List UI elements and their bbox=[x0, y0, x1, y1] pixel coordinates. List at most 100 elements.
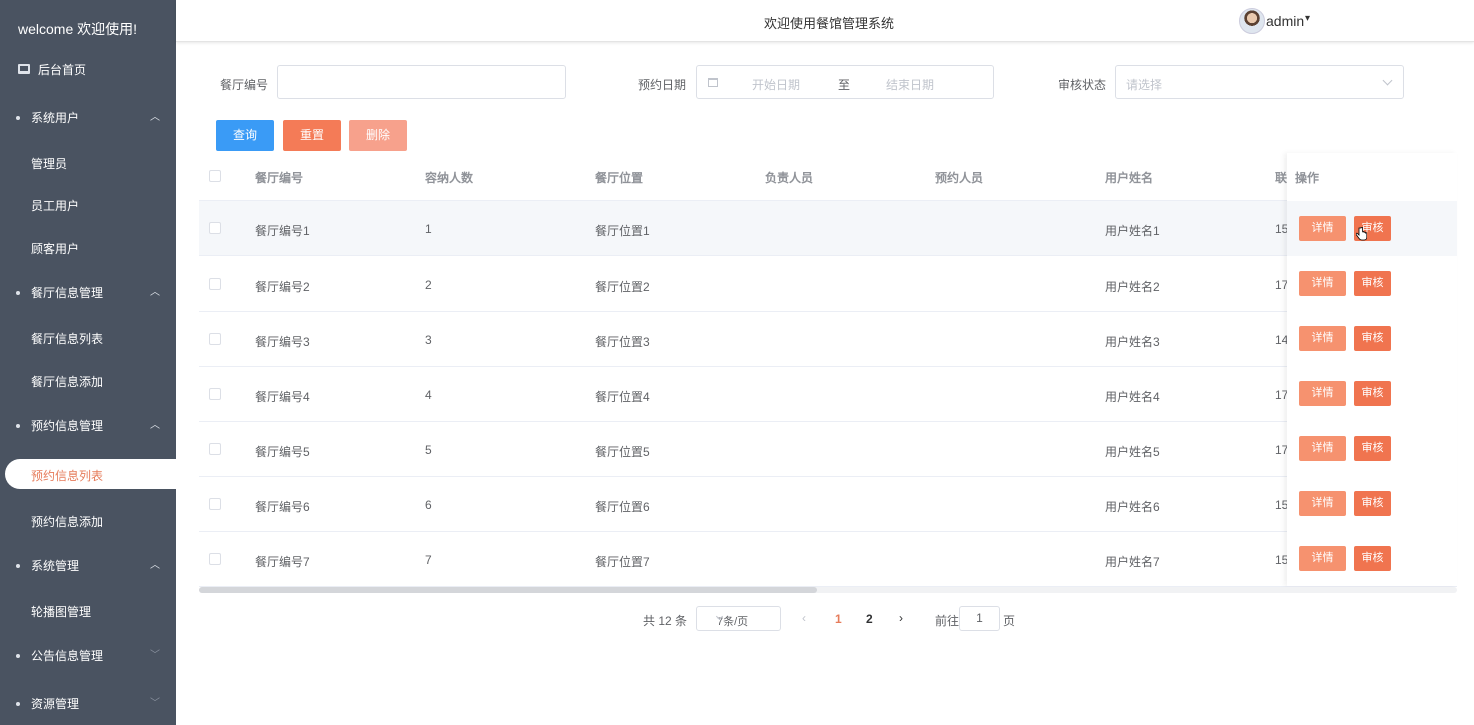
sidebar-item-restaurant-add[interactable]: 餐厅信息添加 bbox=[0, 370, 176, 394]
sidebar-item-home[interactable]: 后台首页 bbox=[0, 58, 176, 82]
sidebar-group-restaurant-info[interactable]: 餐厅信息管理 ︿ bbox=[0, 281, 176, 305]
select-all-checkbox[interactable] bbox=[209, 170, 221, 182]
sidebar-item-reservation-add[interactable]: 预约信息添加 bbox=[0, 510, 176, 534]
page-number-current[interactable]: 1 bbox=[835, 612, 842, 626]
row-checkbox[interactable] bbox=[209, 443, 221, 455]
date-start-input[interactable]: 开始日期 bbox=[752, 76, 800, 93]
sidebar-group-reservation-info[interactable]: 预约信息管理 ︿ bbox=[0, 414, 176, 438]
table-row[interactable]: 餐厅编号3 3 餐厅位置3 用户姓名3 14 bbox=[199, 312, 1457, 367]
column-header: 联 bbox=[1275, 171, 1288, 185]
cell-capacity: 5 bbox=[425, 443, 432, 457]
goto-label: 前往 bbox=[935, 614, 960, 628]
avatar[interactable] bbox=[1239, 8, 1265, 34]
table-row[interactable]: 餐厅编号5 5 餐厅位置5 用户姓名5 17 bbox=[199, 422, 1457, 477]
detail-button[interactable]: 详情 bbox=[1299, 326, 1346, 351]
sidebar-group-label: 公告信息管理 bbox=[31, 649, 104, 663]
bullet-icon bbox=[16, 654, 20, 658]
sidebar-item-reservation-list[interactable]: 预约信息列表 bbox=[5, 459, 180, 489]
sidebar-welcome: welcome 欢迎使用! bbox=[18, 21, 138, 37]
user-menu[interactable]: admin bbox=[1266, 13, 1304, 29]
cell-capacity: 1 bbox=[425, 222, 432, 236]
audit-button[interactable]: 审核 bbox=[1354, 326, 1391, 351]
delete-button[interactable]: 删除 bbox=[349, 120, 407, 151]
page-number[interactable]: 2 bbox=[866, 612, 873, 626]
table-row[interactable]: 餐厅编号6 6 餐厅位置6 用户姓名6 15 bbox=[199, 477, 1457, 532]
total-count: 共 12 条 bbox=[643, 614, 688, 628]
scrollbar-thumb[interactable] bbox=[199, 587, 817, 593]
cell-capacity: 4 bbox=[425, 388, 432, 402]
cell-location: 餐厅位置1 bbox=[595, 224, 650, 238]
detail-button[interactable]: 详情 bbox=[1299, 381, 1346, 406]
table-row[interactable]: 餐厅编号7 7 餐厅位置7 用户姓名7 15 bbox=[199, 532, 1457, 587]
audit-button[interactable]: 审核 bbox=[1354, 271, 1391, 296]
detail-button[interactable]: 详情 bbox=[1299, 491, 1346, 516]
sidebar-group-system-management[interactable]: 系统管理 ︿ bbox=[0, 554, 176, 578]
cell-location: 餐厅位置2 bbox=[595, 280, 650, 294]
sidebar-item-label: 后台首页 bbox=[38, 63, 87, 77]
chevron-down-icon bbox=[1382, 75, 1393, 86]
cell-no: 餐厅编号2 bbox=[255, 280, 310, 294]
goto-suffix: 页 bbox=[1003, 614, 1016, 628]
detail-button[interactable]: 详情 bbox=[1299, 436, 1346, 461]
detail-button[interactable]: 详情 bbox=[1299, 271, 1346, 296]
sidebar-item-admins[interactable]: 管理员 bbox=[0, 152, 176, 176]
goto-page-input[interactable]: 1 bbox=[959, 606, 1000, 631]
sidebar-item-customer-users[interactable]: 顾客用户 bbox=[0, 237, 176, 261]
status-placeholder: 请选择 bbox=[1126, 78, 1163, 92]
sidebar-group-announcement[interactable]: 公告信息管理 ﹀ bbox=[0, 644, 176, 668]
cell-capacity: 6 bbox=[425, 498, 432, 512]
sidebar-item-label: 轮播图管理 bbox=[31, 605, 92, 619]
monitor-icon bbox=[18, 64, 30, 74]
sidebar-item-restaurant-list[interactable]: 餐厅信息列表 bbox=[0, 327, 176, 351]
operations-column: 操作 详情 审核 详情 审核 详情 审核 详情 审核 详情 审核 详情 审核 详… bbox=[1287, 153, 1457, 586]
sidebar-group-system-users[interactable]: 系统用户 ︿ bbox=[0, 106, 176, 130]
row-checkbox[interactable] bbox=[209, 553, 221, 565]
row-checkbox[interactable] bbox=[209, 388, 221, 400]
hand-cursor-icon bbox=[1356, 227, 1367, 241]
sidebar-group-resources[interactable]: 资源管理 ﹀ bbox=[0, 692, 176, 716]
table-row[interactable]: 餐厅编号4 4 餐厅位置4 用户姓名4 17 bbox=[199, 367, 1457, 422]
row-checkbox[interactable] bbox=[209, 278, 221, 290]
detail-button[interactable]: 详情 bbox=[1299, 216, 1346, 241]
bullet-icon bbox=[16, 702, 20, 706]
detail-button[interactable]: 详情 bbox=[1299, 546, 1346, 571]
cell-location: 餐厅位置3 bbox=[595, 335, 650, 349]
cell-user: 用户姓名4 bbox=[1105, 390, 1160, 404]
cell-no: 餐厅编号1 bbox=[255, 224, 310, 238]
row-checkbox[interactable] bbox=[209, 498, 221, 510]
chevron-up-icon: ︿ bbox=[150, 112, 160, 123]
date-range-picker[interactable]: 开始日期 至 结束日期 bbox=[696, 65, 994, 99]
table-row[interactable]: 餐厅编号2 2 餐厅位置2 用户姓名2 17 bbox=[199, 257, 1457, 312]
date-end-input[interactable]: 结束日期 bbox=[886, 76, 934, 93]
horizontal-scrollbar[interactable] bbox=[199, 587, 1457, 593]
calendar-icon bbox=[708, 78, 718, 87]
status-select[interactable]: 请选择 bbox=[1115, 65, 1404, 99]
column-header: 容纳人数 bbox=[425, 171, 474, 185]
page-size-select[interactable]: 7条/页 bbox=[696, 606, 781, 631]
cell-no: 餐厅编号4 bbox=[255, 390, 310, 404]
table-row[interactable]: 餐厅编号1 1 餐厅位置1 用户姓名1 15 bbox=[199, 201, 1457, 256]
reset-button[interactable]: 重置 bbox=[283, 120, 341, 151]
date-separator: 至 bbox=[838, 78, 851, 92]
next-page-icon[interactable]: › bbox=[899, 611, 903, 625]
audit-button[interactable]: 审核 bbox=[1354, 381, 1391, 406]
restaurant-no-input[interactable] bbox=[277, 65, 566, 99]
audit-button[interactable]: 审核 bbox=[1354, 436, 1391, 461]
sidebar-item-staff-users[interactable]: 员工用户 bbox=[0, 194, 176, 218]
chevron-down-icon[interactable]: ▾ bbox=[1305, 13, 1310, 24]
chevron-down-icon: ﹀ bbox=[150, 650, 160, 661]
cell-user: 用户姓名6 bbox=[1105, 500, 1160, 514]
prev-page-icon[interactable]: ‹ bbox=[802, 611, 806, 625]
cell-location: 餐厅位置7 bbox=[595, 555, 650, 569]
audit-button[interactable]: 审核 bbox=[1354, 491, 1391, 516]
column-header: 餐厅编号 bbox=[255, 171, 304, 185]
row-checkbox[interactable] bbox=[209, 222, 221, 234]
sidebar-item-carousel[interactable]: 轮播图管理 bbox=[0, 600, 176, 624]
top-header: 欢迎使用餐馆管理系统 admin ▾ bbox=[176, 0, 1474, 42]
sidebar-group-label: 预约信息管理 bbox=[31, 419, 104, 433]
bullet-icon bbox=[16, 116, 20, 120]
audit-button[interactable]: 审核 bbox=[1354, 546, 1391, 571]
row-checkbox[interactable] bbox=[209, 333, 221, 345]
query-button[interactable]: 查询 bbox=[216, 120, 274, 151]
bullet-icon bbox=[16, 564, 20, 568]
